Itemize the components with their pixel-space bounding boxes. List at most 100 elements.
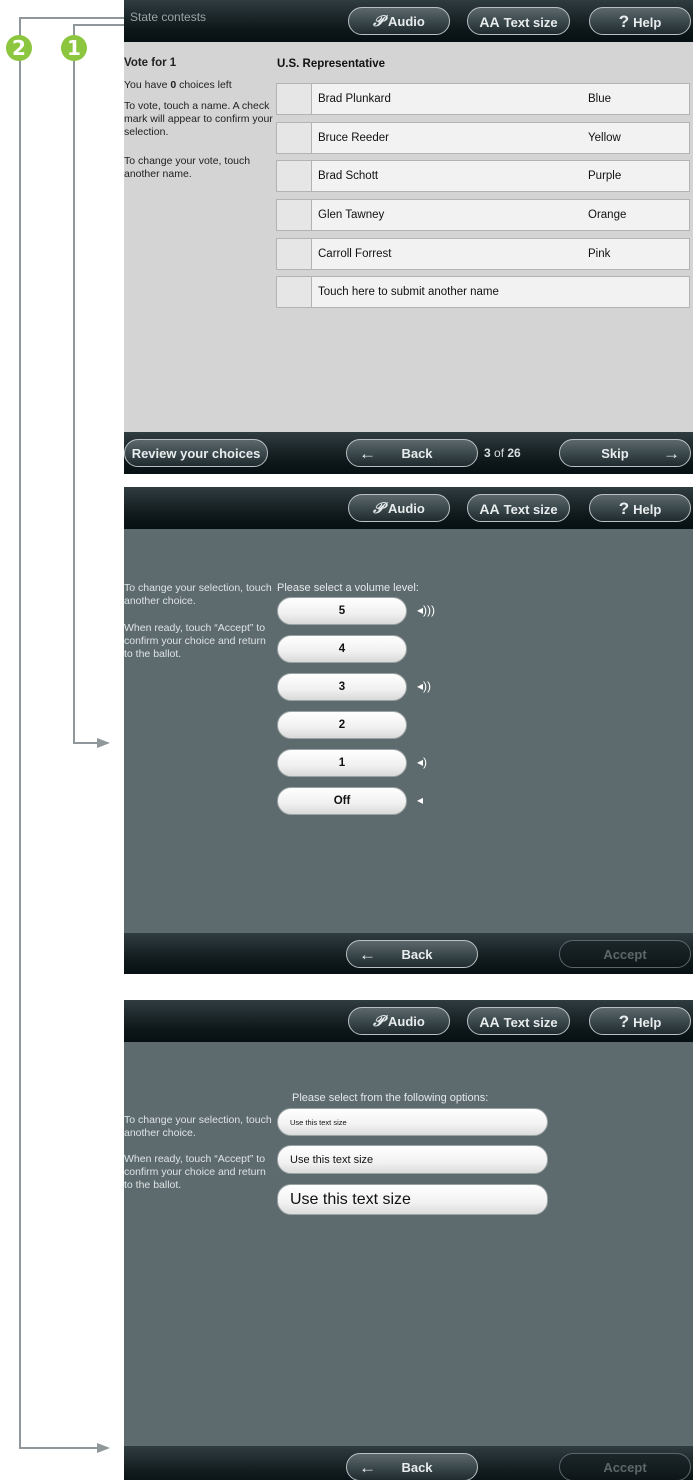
arrow-right-icon: → <box>663 444 680 463</box>
back-label: Back <box>401 947 433 962</box>
candidate-party: Blue <box>588 93 612 105</box>
checkbox <box>277 200 312 230</box>
speaker-icon: ◂) <box>417 755 428 769</box>
review-choices-button[interactable]: Review your choices <box>124 439 268 467</box>
skip-label: Skip <box>601 446 629 461</box>
ear-icon: 𝒫 <box>373 1013 384 1030</box>
text-size-button[interactable]: AA Text size <box>467 494 570 522</box>
candidate-row[interactable]: Carroll Forrest Pink <box>276 238 690 270</box>
bottom-bar: ← Back Accept <box>124 933 693 974</box>
volume-prompt: Please select a volume level: <box>277 582 419 594</box>
accept-button[interactable]: Accept <box>559 1453 691 1480</box>
volume-option-1[interactable]: 1 <box>277 749 407 777</box>
change-vote-instruction: To change your vote, touch another name. <box>124 155 251 180</box>
volume-option-3[interactable]: 3 <box>277 673 407 701</box>
candidate-party: Pink <box>588 248 611 260</box>
help-label: Help <box>633 502 662 517</box>
candidate-name: Bruce Reeder <box>318 132 389 144</box>
page-current: 3 <box>484 446 491 460</box>
skip-button[interactable]: Skip → <box>559 439 691 467</box>
candidate-name: Brad Plunkard <box>318 93 391 105</box>
change-selection-instruction: To change your selection, touch another … <box>124 1114 272 1139</box>
top-bar: 𝒫 Audio AA Text size ? Help <box>124 487 693 529</box>
candidate-row[interactable]: Bruce Reeder Yellow <box>276 122 690 154</box>
text-size-label: Text size <box>503 15 558 30</box>
audio-label: Audio <box>388 14 425 29</box>
text-size-option-small[interactable]: Use this text size <box>277 1108 548 1136</box>
text-size-icon: AA <box>479 501 500 517</box>
checkbox <box>277 277 312 307</box>
audio-button[interactable]: 𝒫 Audio <box>348 7 450 35</box>
text-size-label: Text size <box>503 1015 558 1030</box>
choices-left-prefix: You have <box>124 79 171 91</box>
back-button[interactable]: ← Back <box>346 439 478 467</box>
candidate-party: Purple <box>588 170 622 182</box>
contest-title: U.S. Representative <box>277 58 386 70</box>
text-size-button[interactable]: AA Text size <box>467 7 570 35</box>
section-title: State contests <box>130 10 207 24</box>
candidate-row[interactable]: Glen Tawney Orange <box>276 199 690 231</box>
text-size-prompt: Please select from the following options… <box>292 1092 489 1104</box>
ballot-screen: State contests 𝒫 Audio AA Text size ? Help … <box>124 0 693 474</box>
callout-line-2 <box>19 17 21 1449</box>
bottom-bar: ← Back Accept <box>124 1446 693 1480</box>
text-size-screen: 𝒫 Audio AA Text size ? Help Please select f… <box>124 1000 693 1480</box>
page-indicator: 3 of 26 <box>484 446 521 460</box>
callout-line-1 <box>73 24 75 744</box>
bottom-bar: Review your choices ← Back 3 of 26 Skip → <box>124 432 693 474</box>
back-label: Back <box>401 1460 433 1475</box>
arrow-left-icon: ← <box>359 1458 376 1477</box>
accept-instruction: When ready, touch “Accept” to confirm yo… <box>124 1153 266 1191</box>
help-label: Help <box>633 15 662 30</box>
ear-icon: 𝒫 <box>373 500 384 517</box>
back-label: Back <box>401 446 433 461</box>
choices-left: You have 0 choices left <box>124 79 274 92</box>
help-button[interactable]: ? Help <box>589 1007 691 1035</box>
volume-option-off[interactable]: Off <box>277 787 407 815</box>
back-button[interactable]: ← Back <box>346 1453 478 1480</box>
audio-label: Audio <box>388 1014 425 1029</box>
back-button[interactable]: ← Back <box>346 940 478 968</box>
audio-button[interactable]: 𝒫 Audio <box>348 1007 450 1035</box>
text-size-icon: AA <box>479 1014 500 1030</box>
arrow-left-icon: ← <box>359 945 376 964</box>
volume-option-4[interactable]: 4 <box>277 635 407 663</box>
volume-body: Please select a volume level: To change … <box>124 529 693 933</box>
candidate-name: Brad Schott <box>318 170 379 182</box>
choices-left-suffix: choices left <box>176 79 232 91</box>
text-size-option-medium[interactable]: Use this text size <box>277 1145 548 1174</box>
help-button[interactable]: ? Help <box>589 7 691 35</box>
candidate-row[interactable]: Brad Schott Purple <box>276 160 690 192</box>
text-size-button[interactable]: AA Text size <box>467 1007 570 1035</box>
volume-option-5[interactable]: 5 <box>277 597 407 625</box>
text-size-body: Please select from the following options… <box>124 1042 693 1446</box>
callout-arrow-2 <box>97 1443 110 1453</box>
top-bar: 𝒫 Audio AA Text size ? Help <box>124 1000 693 1042</box>
audio-label: Audio <box>388 501 425 516</box>
candidate-row[interactable]: Brad Plunkard Blue <box>276 83 690 115</box>
page-total: 26 <box>507 446 521 460</box>
help-button[interactable]: ? Help <box>589 494 691 522</box>
page-sep: of <box>490 446 508 460</box>
vote-for-label: Vote for 1 <box>124 57 177 69</box>
speaker-icon: ◂ <box>417 793 424 807</box>
checkbox <box>277 239 312 269</box>
volume-screen: 𝒫 Audio AA Text size ? Help Please select a… <box>124 487 693 974</box>
write-in-row[interactable]: Touch here to submit another name <box>276 276 690 308</box>
volume-option-2[interactable]: 2 <box>277 711 407 739</box>
candidate-party: Orange <box>588 209 627 221</box>
audio-button[interactable]: 𝒫 Audio <box>348 494 450 522</box>
checkbox <box>277 84 312 114</box>
change-selection-instruction: To change your selection, touch another … <box>124 582 272 607</box>
speaker-icon: ◂))) <box>417 603 436 617</box>
speaker-icon: ◂)) <box>417 679 432 693</box>
text-size-option-large[interactable]: Use this text size <box>277 1184 548 1215</box>
help-label: Help <box>633 1015 662 1030</box>
write-in-label: Touch here to submit another name <box>318 286 499 298</box>
accept-instruction: When ready, touch “Accept” to confirm yo… <box>124 622 266 660</box>
callout-badge-1: 1 <box>61 35 87 61</box>
checkbox <box>277 161 312 191</box>
accept-button[interactable]: Accept <box>559 940 691 968</box>
help-icon: ? <box>618 1012 630 1031</box>
candidate-name: Carroll Forrest <box>318 248 392 260</box>
